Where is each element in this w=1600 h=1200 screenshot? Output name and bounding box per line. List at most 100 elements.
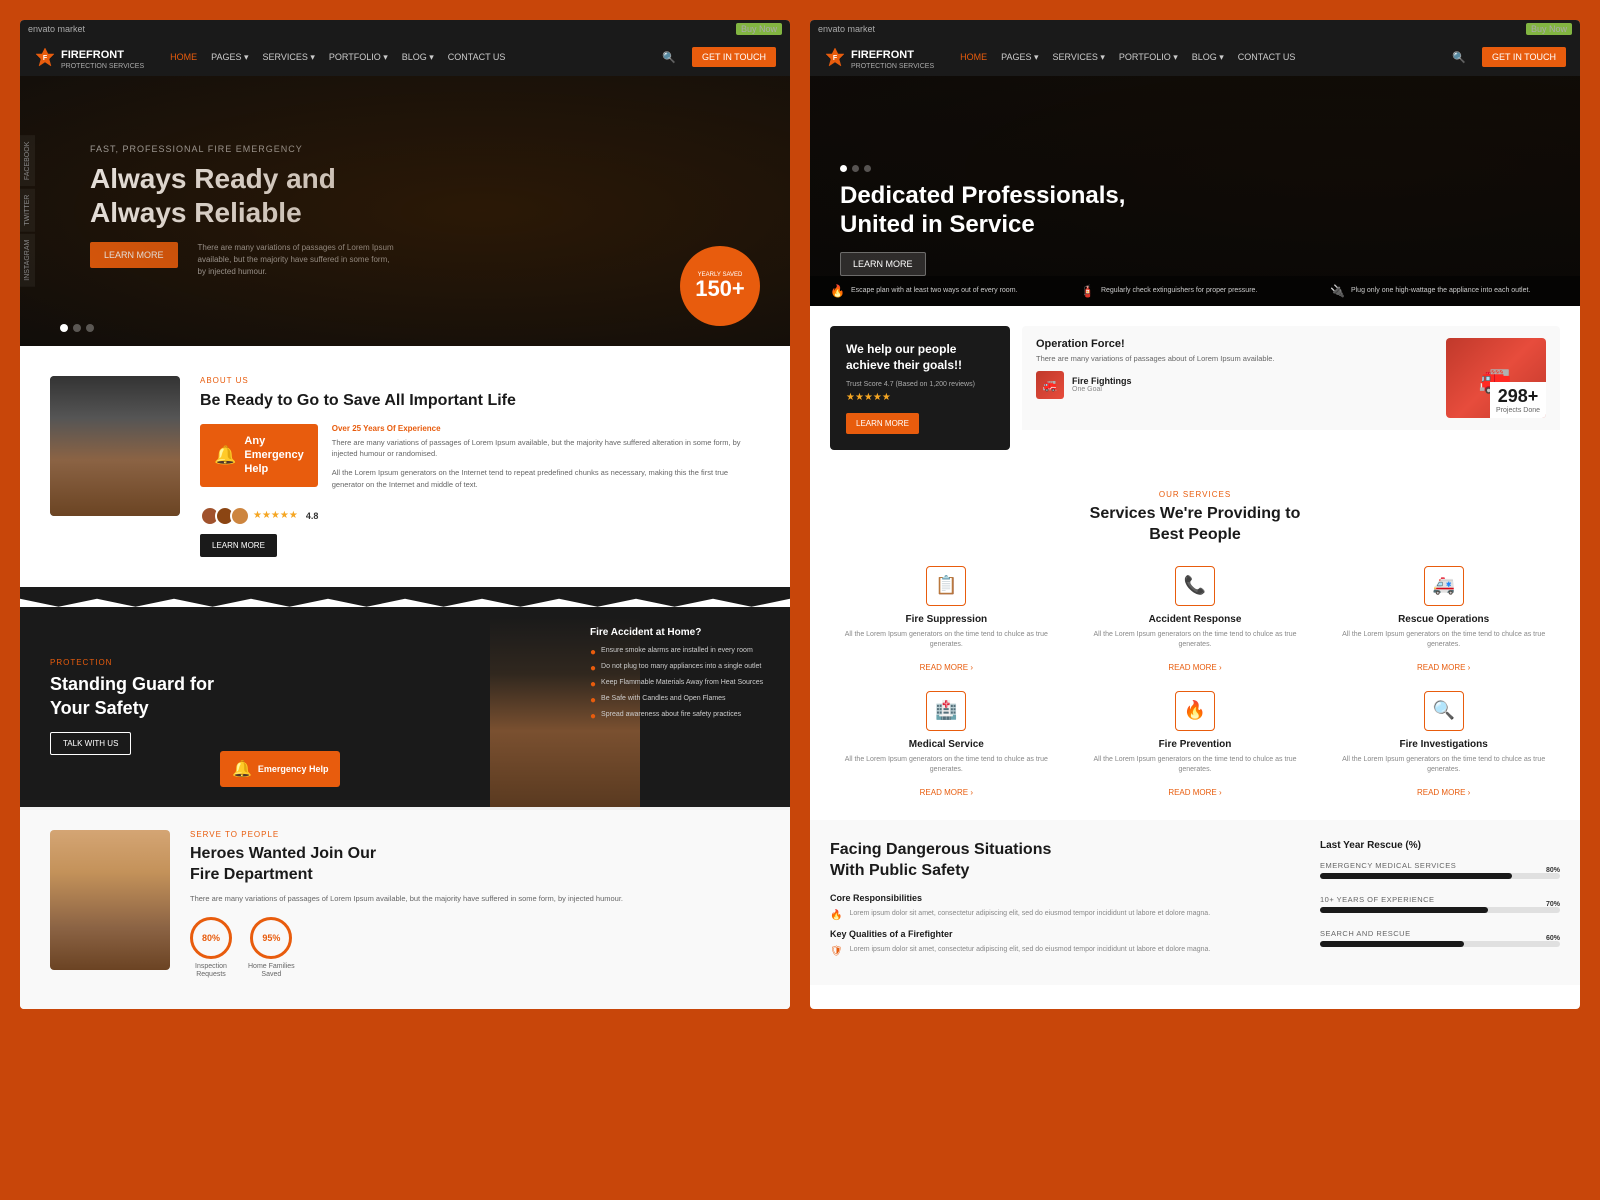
right-hero-cta[interactable]: LEARN MORE	[840, 252, 926, 276]
hero-stat: YEARLY SAVED 150+	[680, 246, 760, 326]
fire-investigations-read-more[interactable]: READ MORE ›	[1417, 788, 1470, 797]
rescue-bar-pct-1: 80%	[1546, 867, 1560, 874]
hero-dot-2[interactable]	[73, 324, 81, 332]
rescue-title: Last Year Rescue (%)	[1320, 840, 1560, 851]
quality-icon: 🛡	[830, 946, 843, 957]
service-fire-investigations: 🔍 Fire Investigations All the Lorem Ipsu…	[1327, 691, 1560, 800]
right-dot-3[interactable]	[864, 165, 871, 172]
service-rescue-operations: 🚑 Rescue Operations All the Lorem Ipsum …	[1327, 566, 1560, 675]
avatar-3	[230, 506, 250, 526]
right-search-icon[interactable]: 🔍	[1452, 51, 1466, 64]
op-dark-title: We help our people achieve their goals!!	[846, 342, 994, 373]
core-icon: 🔥	[830, 910, 842, 921]
right-nav-pages[interactable]: PAGES ▾	[1001, 52, 1038, 63]
about-learn-more-btn[interactable]: LEARN MORE	[200, 534, 277, 557]
nav-pages[interactable]: PAGES ▾	[211, 52, 248, 63]
right-nav-home[interactable]: HOME	[960, 52, 987, 63]
right-nav-blog[interactable]: BLOG ▾	[1192, 52, 1224, 63]
tip-text-3: Keep Flammable Materials Away from Heat …	[601, 678, 763, 688]
hero-dot-1[interactable]	[60, 324, 68, 332]
hero-desc: There are many variations of passages of…	[198, 242, 398, 278]
hero-stat-num: 150+	[695, 278, 745, 300]
hero-body: LEARN MORE There are many variations of …	[90, 242, 750, 278]
rescue-bar-label-2: 10+ YEARS OF EXPERIENCE	[1320, 895, 1560, 904]
op-dark-card: We help our people achieve their goals!!…	[830, 326, 1010, 450]
tip-text-4: Be Safe with Candles and Open Flames	[601, 694, 726, 704]
nav-contact[interactable]: CONTACT US	[448, 52, 506, 63]
right-nav-contact[interactable]: CONTACT US	[1238, 52, 1296, 63]
envato-buy-btn[interactable]: Buy Now	[736, 23, 782, 35]
svg-text:F: F	[43, 55, 48, 62]
op-learn-btn[interactable]: LEARN MORE	[846, 413, 919, 434]
services-grid: 📋 Fire Suppression All the Lorem Ipsum g…	[830, 566, 1560, 800]
tip-dot-2: ●	[590, 663, 596, 674]
nav-cta-btn[interactable]: GET IN TOUCH	[692, 47, 776, 67]
op-fire-truck-img: 🚒 298+ Projects Done	[1446, 338, 1546, 418]
right-envato-bar: envato market Buy Now	[810, 20, 1580, 38]
hero-dot-3[interactable]	[86, 324, 94, 332]
core-desc: Lorem ipsum dolor sit amet, consectetur …	[849, 909, 1210, 919]
rescue-operations-read-more[interactable]: READ MORE ›	[1417, 663, 1470, 672]
recruit-section: SERVE TO PEOPLE Heroes Wanted Join Our F…	[20, 807, 790, 1010]
fire-suppression-read-more[interactable]: READ MORE ›	[920, 663, 973, 672]
trust-score-label: Trust Score 4.7 (Based on 1,200 reviews)	[846, 381, 994, 388]
tip-dot-3: ●	[590, 679, 596, 690]
tip-tip-2: Regularly check extinguishers for proper…	[1101, 286, 1257, 296]
op-service-text: Fire Fightings One Goal	[1072, 376, 1132, 393]
accident-response-read-more[interactable]: READ MORE ›	[1168, 663, 1221, 672]
right-nav-cta-btn[interactable]: GET IN TOUCH	[1482, 47, 1566, 67]
accident-response-icon: 📞	[1175, 566, 1215, 606]
social-instagram[interactable]: INSTAGRAM	[20, 233, 35, 286]
tip-dot-1: ●	[590, 647, 596, 658]
rescue-operations-icon: 🚑	[1424, 566, 1464, 606]
navbar: F FIREFRONT PROTECTION SERVICES HOME PAG…	[20, 38, 790, 76]
rescue-bar-1: EMERGENCY MEDICAL SERVICES 80%	[1320, 861, 1560, 879]
stat-circle-2: 95%	[250, 917, 292, 959]
right-envato-btn[interactable]: Buy Now	[1526, 23, 1572, 35]
nav-services[interactable]: SERVICES ▾	[262, 52, 314, 63]
tip-icon-1: 🔥	[830, 284, 845, 298]
hero-section: FACEBOOK TWITTER INSTAGRAM FAST, PROFESS…	[20, 76, 790, 346]
protection-section: PROTECTION Standing Guard for Your Safet…	[20, 607, 790, 807]
op-light-desc: There are many variations of passages ab…	[1036, 354, 1436, 365]
emergency-icon: 🔔	[214, 445, 236, 466]
envato-label: envato market	[28, 24, 85, 34]
search-icon[interactable]: 🔍	[662, 51, 676, 64]
fire-investigations-name: Fire Investigations	[1327, 739, 1560, 750]
rescue-operations-desc: All the Lorem Ipsum generators on the ti…	[1327, 630, 1560, 651]
brand-text-block: FIREFRONT PROTECTION SERVICES	[61, 45, 144, 70]
services-title: Services We're Providing to Best People	[830, 504, 1560, 546]
right-brand-name: FIREFRONT	[851, 49, 914, 61]
safety-left: Facing Dangerous Situations With Public …	[830, 840, 1300, 966]
hero-dots	[60, 324, 94, 332]
fire-investigations-desc: All the Lorem Ipsum generators on the ti…	[1327, 755, 1560, 776]
op-light-content: Operation Force! There are many variatio…	[1036, 338, 1436, 399]
fire-prevention-icon: 🔥	[1175, 691, 1215, 731]
about-desc-block: Over 25 Years Of Experience There are ma…	[332, 424, 760, 498]
nav-blog[interactable]: BLOG ▾	[402, 52, 434, 63]
hero-tip-2: 🧯 Regularly check extinguishers for prop…	[1080, 284, 1310, 298]
recruit-stat-1: 80% InspectionRequests	[190, 917, 232, 980]
talk-btn[interactable]: TALK WITH US	[50, 732, 131, 755]
recruit-stats: 80% InspectionRequests 95% Home Families…	[190, 917, 760, 980]
recruit-content: SERVE TO PEOPLE Heroes Wanted Join Our F…	[190, 830, 760, 990]
social-twitter[interactable]: TWITTER	[20, 188, 35, 231]
fire-suppression-name: Fire Suppression	[830, 614, 1063, 625]
op-stat-num: 298+	[1496, 386, 1540, 407]
badge-text: Emergency Help	[258, 764, 329, 774]
nav-portfolio[interactable]: PORTFOLIO ▾	[329, 52, 388, 63]
hero-cta-btn[interactable]: LEARN MORE	[90, 242, 178, 268]
fire-prevention-read-more[interactable]: READ MORE ›	[1168, 788, 1221, 797]
hero-sub-label: FAST, PROFESSIONAL FIRE EMERGENCY	[90, 144, 750, 154]
envato-bar: envato market Buy Now	[20, 20, 790, 38]
stat-label-1: InspectionRequests	[190, 963, 232, 980]
medical-read-more[interactable]: READ MORE ›	[920, 788, 973, 797]
right-nav-portfolio[interactable]: PORTFOLIO ▾	[1119, 52, 1178, 63]
tip-icon-2: 🧯	[1080, 284, 1095, 298]
op-stat-label: Projects Done	[1496, 407, 1540, 414]
right-dot-1[interactable]	[840, 165, 847, 172]
nav-home[interactable]: HOME	[170, 52, 197, 63]
social-facebook[interactable]: FACEBOOK	[20, 136, 35, 187]
right-nav-services[interactable]: SERVICES ▾	[1052, 52, 1104, 63]
right-dot-2[interactable]	[852, 165, 859, 172]
